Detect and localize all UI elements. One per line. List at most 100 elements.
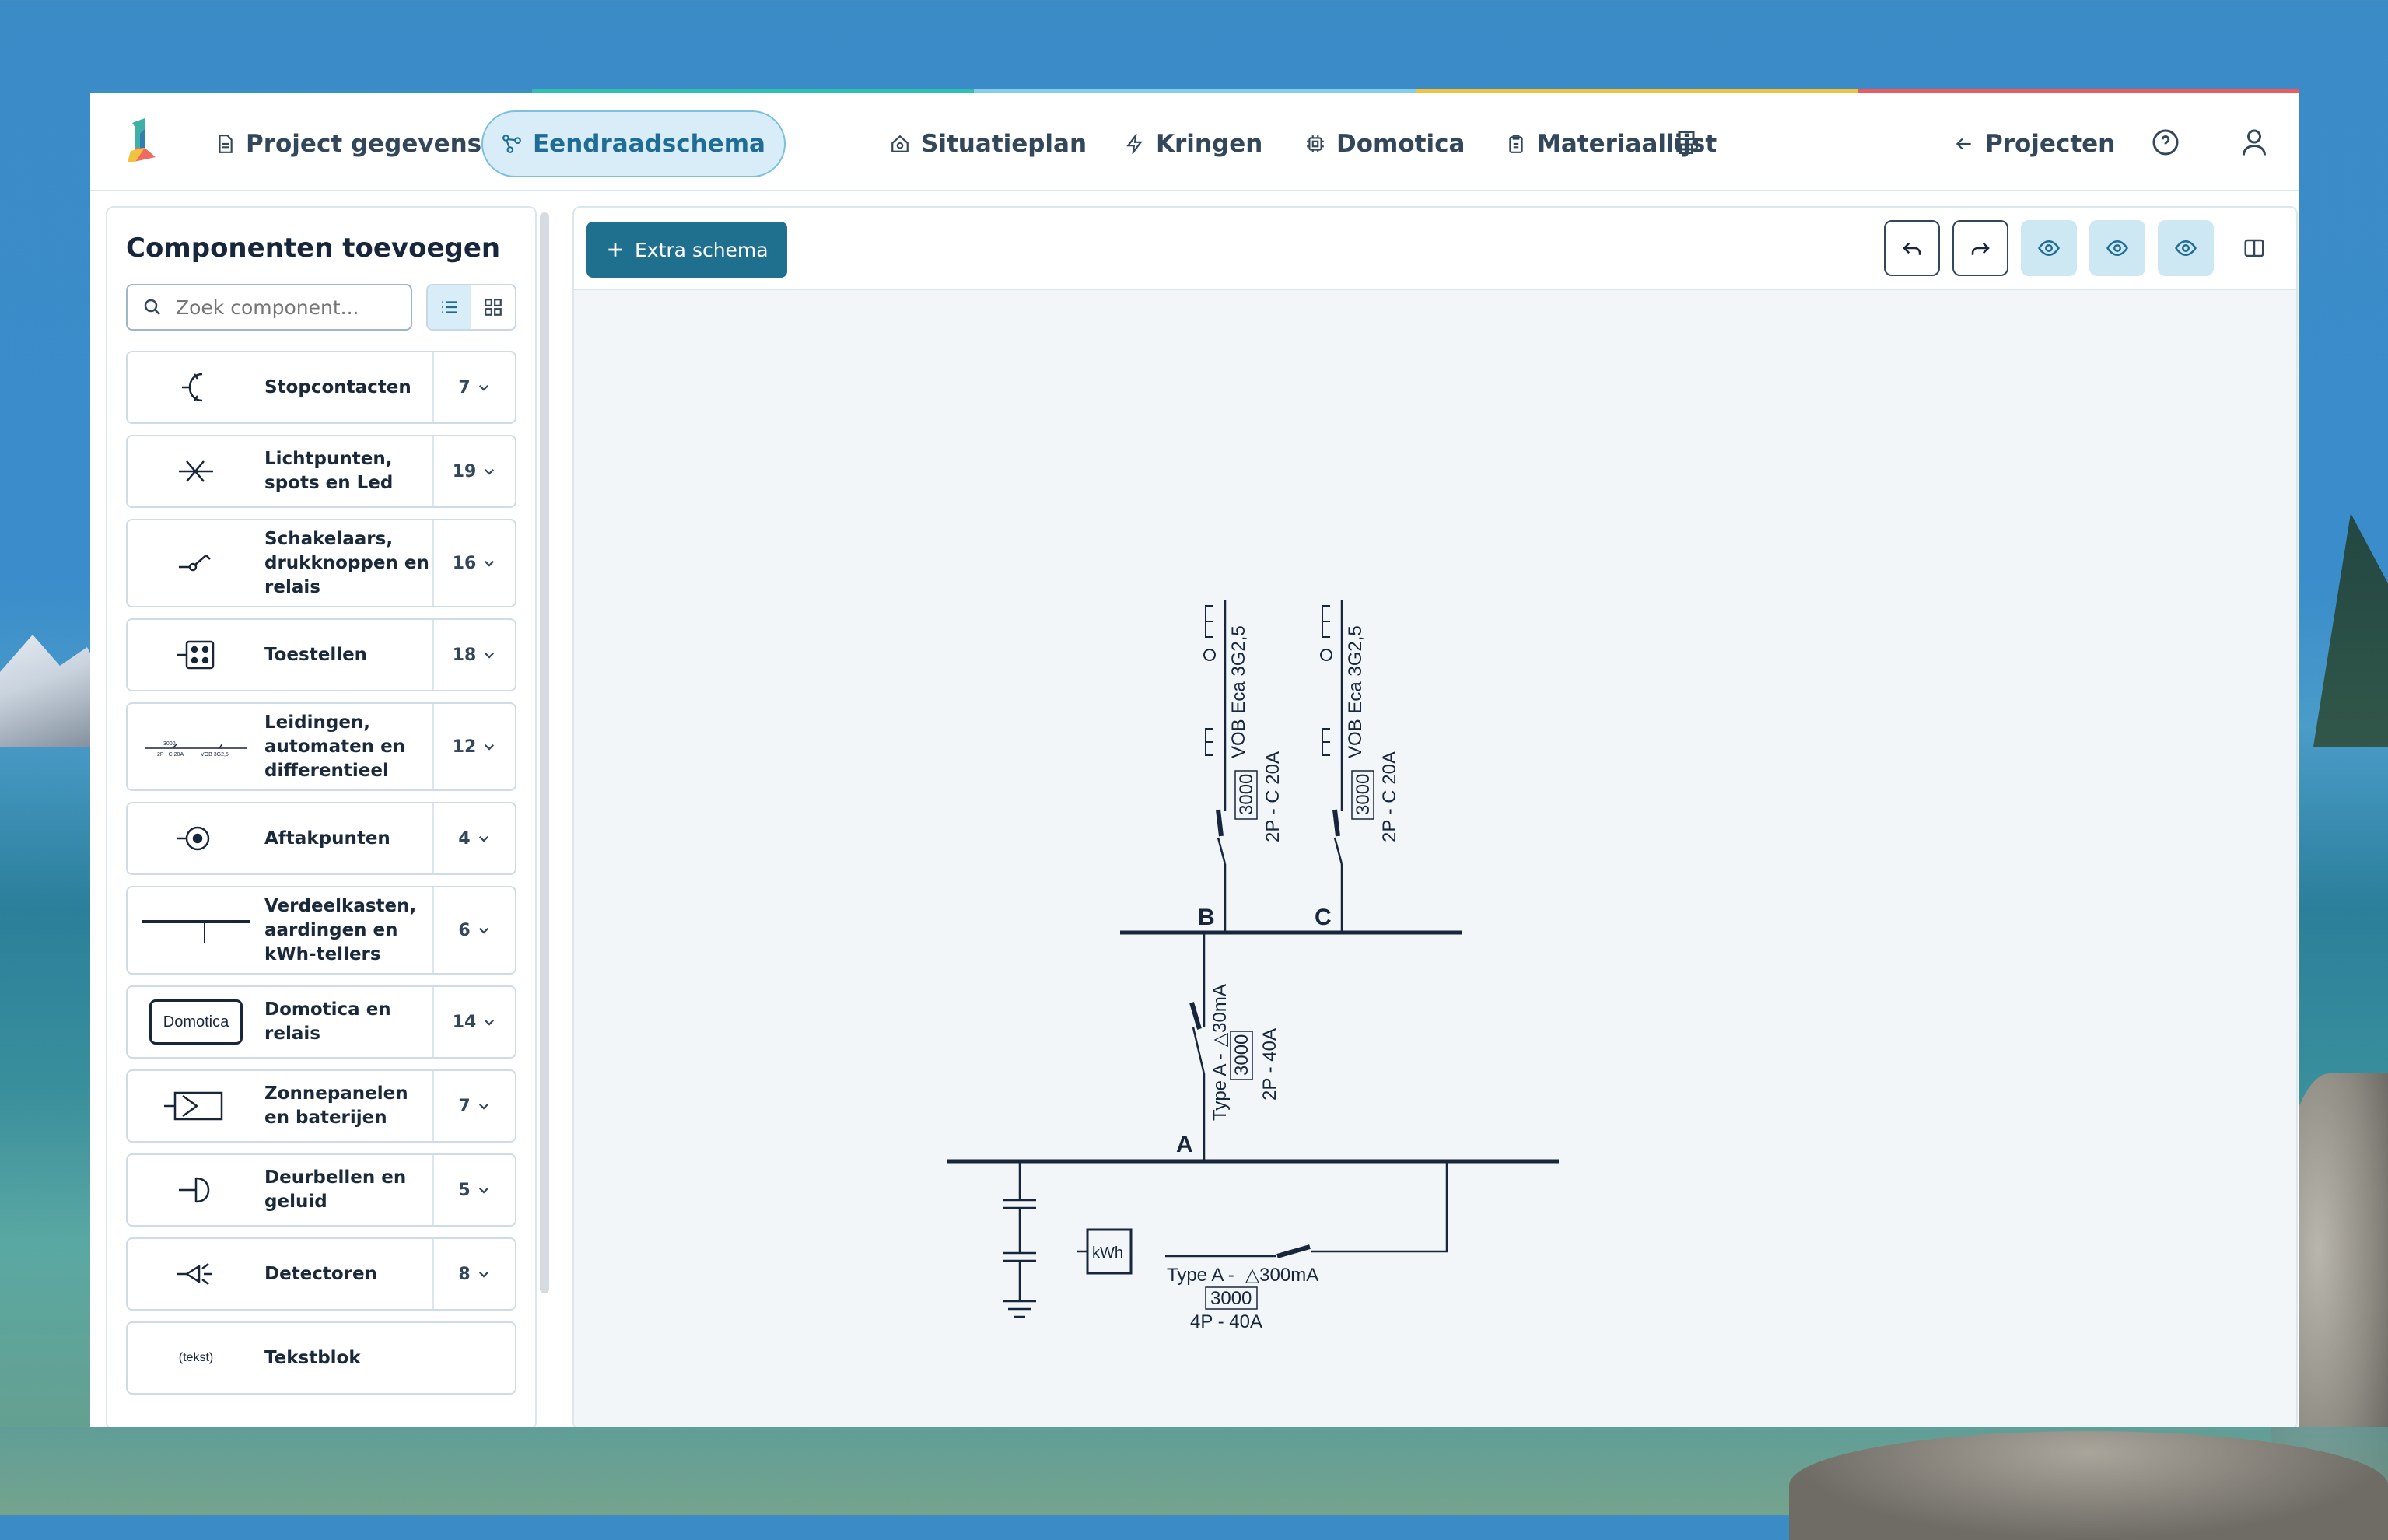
category-domotica[interactable]: Domotica Domotica en relais 14: [126, 985, 516, 1059]
category-schakelaars[interactable]: Schakelaars, drukknoppen en relais 16: [126, 519, 516, 607]
meter-label: kWh: [1092, 1244, 1123, 1262]
extra-schema-label: Extra schema: [635, 238, 769, 261]
detector-icon: [177, 1263, 212, 1285]
search-box[interactable]: [126, 284, 412, 331]
category-leidingen[interactable]: 3000 2P - C 20A VOB 3G2,5 Leidingen, autom…: [126, 702, 516, 791]
category-detectoren[interactable]: Detectoren 8: [126, 1237, 516, 1311]
grounding-symbol[interactable]: [1003, 1161, 1036, 1318]
user-icon[interactable]: [2240, 128, 2268, 156]
background-trees: [2313, 513, 2388, 747]
split-panel-icon: [2244, 239, 2264, 257]
socket-icon: [182, 373, 203, 402]
grid-icon: [485, 299, 502, 316]
category-count: 12: [452, 737, 477, 757]
diagram-icon: [502, 135, 521, 153]
help-icon[interactable]: [2152, 128, 2180, 156]
breaker-b-value: 3000: [1236, 774, 1257, 815]
leiding-icon-cable: VOB 3G2,5: [201, 752, 229, 758]
circuit-c[interactable]: 3000 2P - C 20A VOB Eca 3G2,5: [1320, 600, 1400, 933]
redo-icon: [1971, 242, 1990, 255]
category-zonnepanelen[interactable]: Zonnepanelen en baterijen 7: [126, 1069, 516, 1143]
undo-button[interactable]: [1884, 220, 1940, 276]
text-block-icon: (tekst): [178, 1351, 214, 1364]
solar-panel-icon: [164, 1091, 223, 1121]
chevron-down-icon: [478, 835, 488, 842]
tab-eendraadschema[interactable]: Eendraadschema: [481, 110, 786, 177]
main-switch-sensitivity: △300mA: [1245, 1265, 1319, 1286]
list-view-button[interactable]: [428, 285, 471, 329]
bus-label-c: C: [1315, 905, 1332, 930]
view-toggle: [426, 284, 516, 331]
split-view-button[interactable]: [2226, 220, 2282, 276]
cable-c-label: VOB Eca 3G2,5: [1345, 625, 1366, 758]
search-input[interactable]: [174, 295, 411, 320]
domotica-icon: Domotica: [149, 999, 243, 1045]
chevron-down-icon: [478, 927, 488, 934]
category-label: Deurbellen en geluid: [264, 1167, 407, 1212]
projects-link[interactable]: Projecten: [1935, 110, 2134, 177]
category-count: 5: [458, 1180, 471, 1200]
category-aftakpunten[interactable]: Aftakpunten 4: [126, 802, 516, 875]
app-window: Project gegevens Eendraadschema Situatie…: [90, 89, 2299, 1427]
tab-domotica[interactable]: Domotica: [1287, 110, 1483, 177]
light-point-icon: [179, 460, 213, 482]
diff-value: 3000: [1231, 1034, 1252, 1076]
category-verdeelkasten[interactable]: Verdeelkasten, aardingen en kWh-tellers …: [126, 886, 516, 975]
cable-breaker-icon: 3000 2P - C 20A VOB 3G2,5: [145, 741, 247, 758]
tab-label: Kringen: [1156, 130, 1263, 158]
circuit-b[interactable]: 3000 2P - C 20A VOB Eca 3G2,5: [1203, 600, 1283, 933]
lightning-icon: [1126, 134, 1143, 154]
diff-type: Type A -: [1210, 1053, 1231, 1121]
category-deurbellen[interactable]: Deurbellen en geluid 5: [126, 1153, 516, 1227]
svg-text:Type A -△30mA: Type A - △30mA: [1210, 984, 1231, 1121]
main-switch-and-meter[interactable]: kWh Type A - △300mA 3000 4P - 40A: [1077, 1161, 1448, 1332]
chevron-down-icon: [478, 1271, 488, 1278]
extra-schema-button[interactable]: Extra schema: [586, 222, 787, 278]
category-toestellen[interactable]: Toestellen 18: [126, 618, 516, 691]
single-line-diagram[interactable]: A B C Type A -△30mA 3000 2P - 40A 3000 2…: [574, 289, 2296, 1427]
diff-sensitivity: △30mA: [1210, 984, 1231, 1047]
app-logo[interactable]: [124, 117, 162, 166]
bus-label-a: A: [1176, 1132, 1193, 1157]
chip-icon: [1307, 135, 1324, 152]
tab-kringen[interactable]: Kringen: [1106, 110, 1281, 177]
clipboard-icon: [1509, 135, 1523, 153]
category-stopcontacten[interactable]: Stopcontacten 7: [126, 351, 516, 424]
category-label: Aftakpunten: [264, 828, 390, 849]
category-label: Leidingen, automaten en differentieel: [264, 712, 406, 781]
house-icon: [891, 135, 909, 152]
chevron-down-icon: [478, 1103, 488, 1110]
visibility-toggle-3[interactable]: [2158, 220, 2214, 276]
tab-situatieplan[interactable]: Situatieplan: [871, 110, 1105, 177]
print-icon[interactable]: [1672, 128, 1700, 156]
category-label: Stopcontacten: [264, 376, 411, 397]
appliance-icon: [177, 640, 215, 670]
components-sidebar: Componenten toevoegen Stopcontacten 7 Li…: [106, 206, 537, 1427]
category-label: Tekstblok: [264, 1347, 361, 1368]
category-label: Zonnepanelen en baterijen: [264, 1083, 408, 1128]
list-icon: [442, 301, 457, 313]
eye-icon: [2175, 240, 2197, 257]
doorbell-icon: [179, 1177, 210, 1203]
search-icon: [144, 299, 160, 315]
sidebar-scrollbar[interactable]: [540, 212, 549, 1293]
differential-switch[interactable]: Type A - △30mA 3000 2P - 40A: [1189, 933, 1280, 1161]
category-tekstblok[interactable]: (tekst) Tekstblok: [126, 1321, 516, 1395]
document-icon: [219, 135, 233, 153]
bus-label-b: B: [1198, 905, 1215, 930]
tab-label: Project gegevens: [246, 130, 482, 158]
redo-button[interactable]: [1952, 220, 2008, 276]
grid-view-button[interactable]: [471, 285, 515, 329]
main-switch-spec: 4P - 40A: [1190, 1311, 1262, 1332]
tab-label: Domotica: [1336, 130, 1465, 158]
visibility-toggle-1[interactable]: [2021, 220, 2077, 276]
chevron-down-icon: [478, 1187, 488, 1194]
category-label: Detectoren: [264, 1263, 378, 1284]
chevron-down-icon: [485, 744, 495, 751]
schema-canvas-panel: Extra schema A B C Type A -△30mA 3000 2P…: [572, 206, 2298, 1427]
tab-project-gegevens[interactable]: Project gegevens: [196, 110, 500, 177]
visibility-toggle-2[interactable]: [2089, 220, 2145, 276]
category-lichtpunten[interactable]: Lichtpunten, spots en Led 19: [126, 435, 516, 508]
category-count: 16: [452, 553, 477, 573]
category-count: 19: [452, 461, 477, 481]
